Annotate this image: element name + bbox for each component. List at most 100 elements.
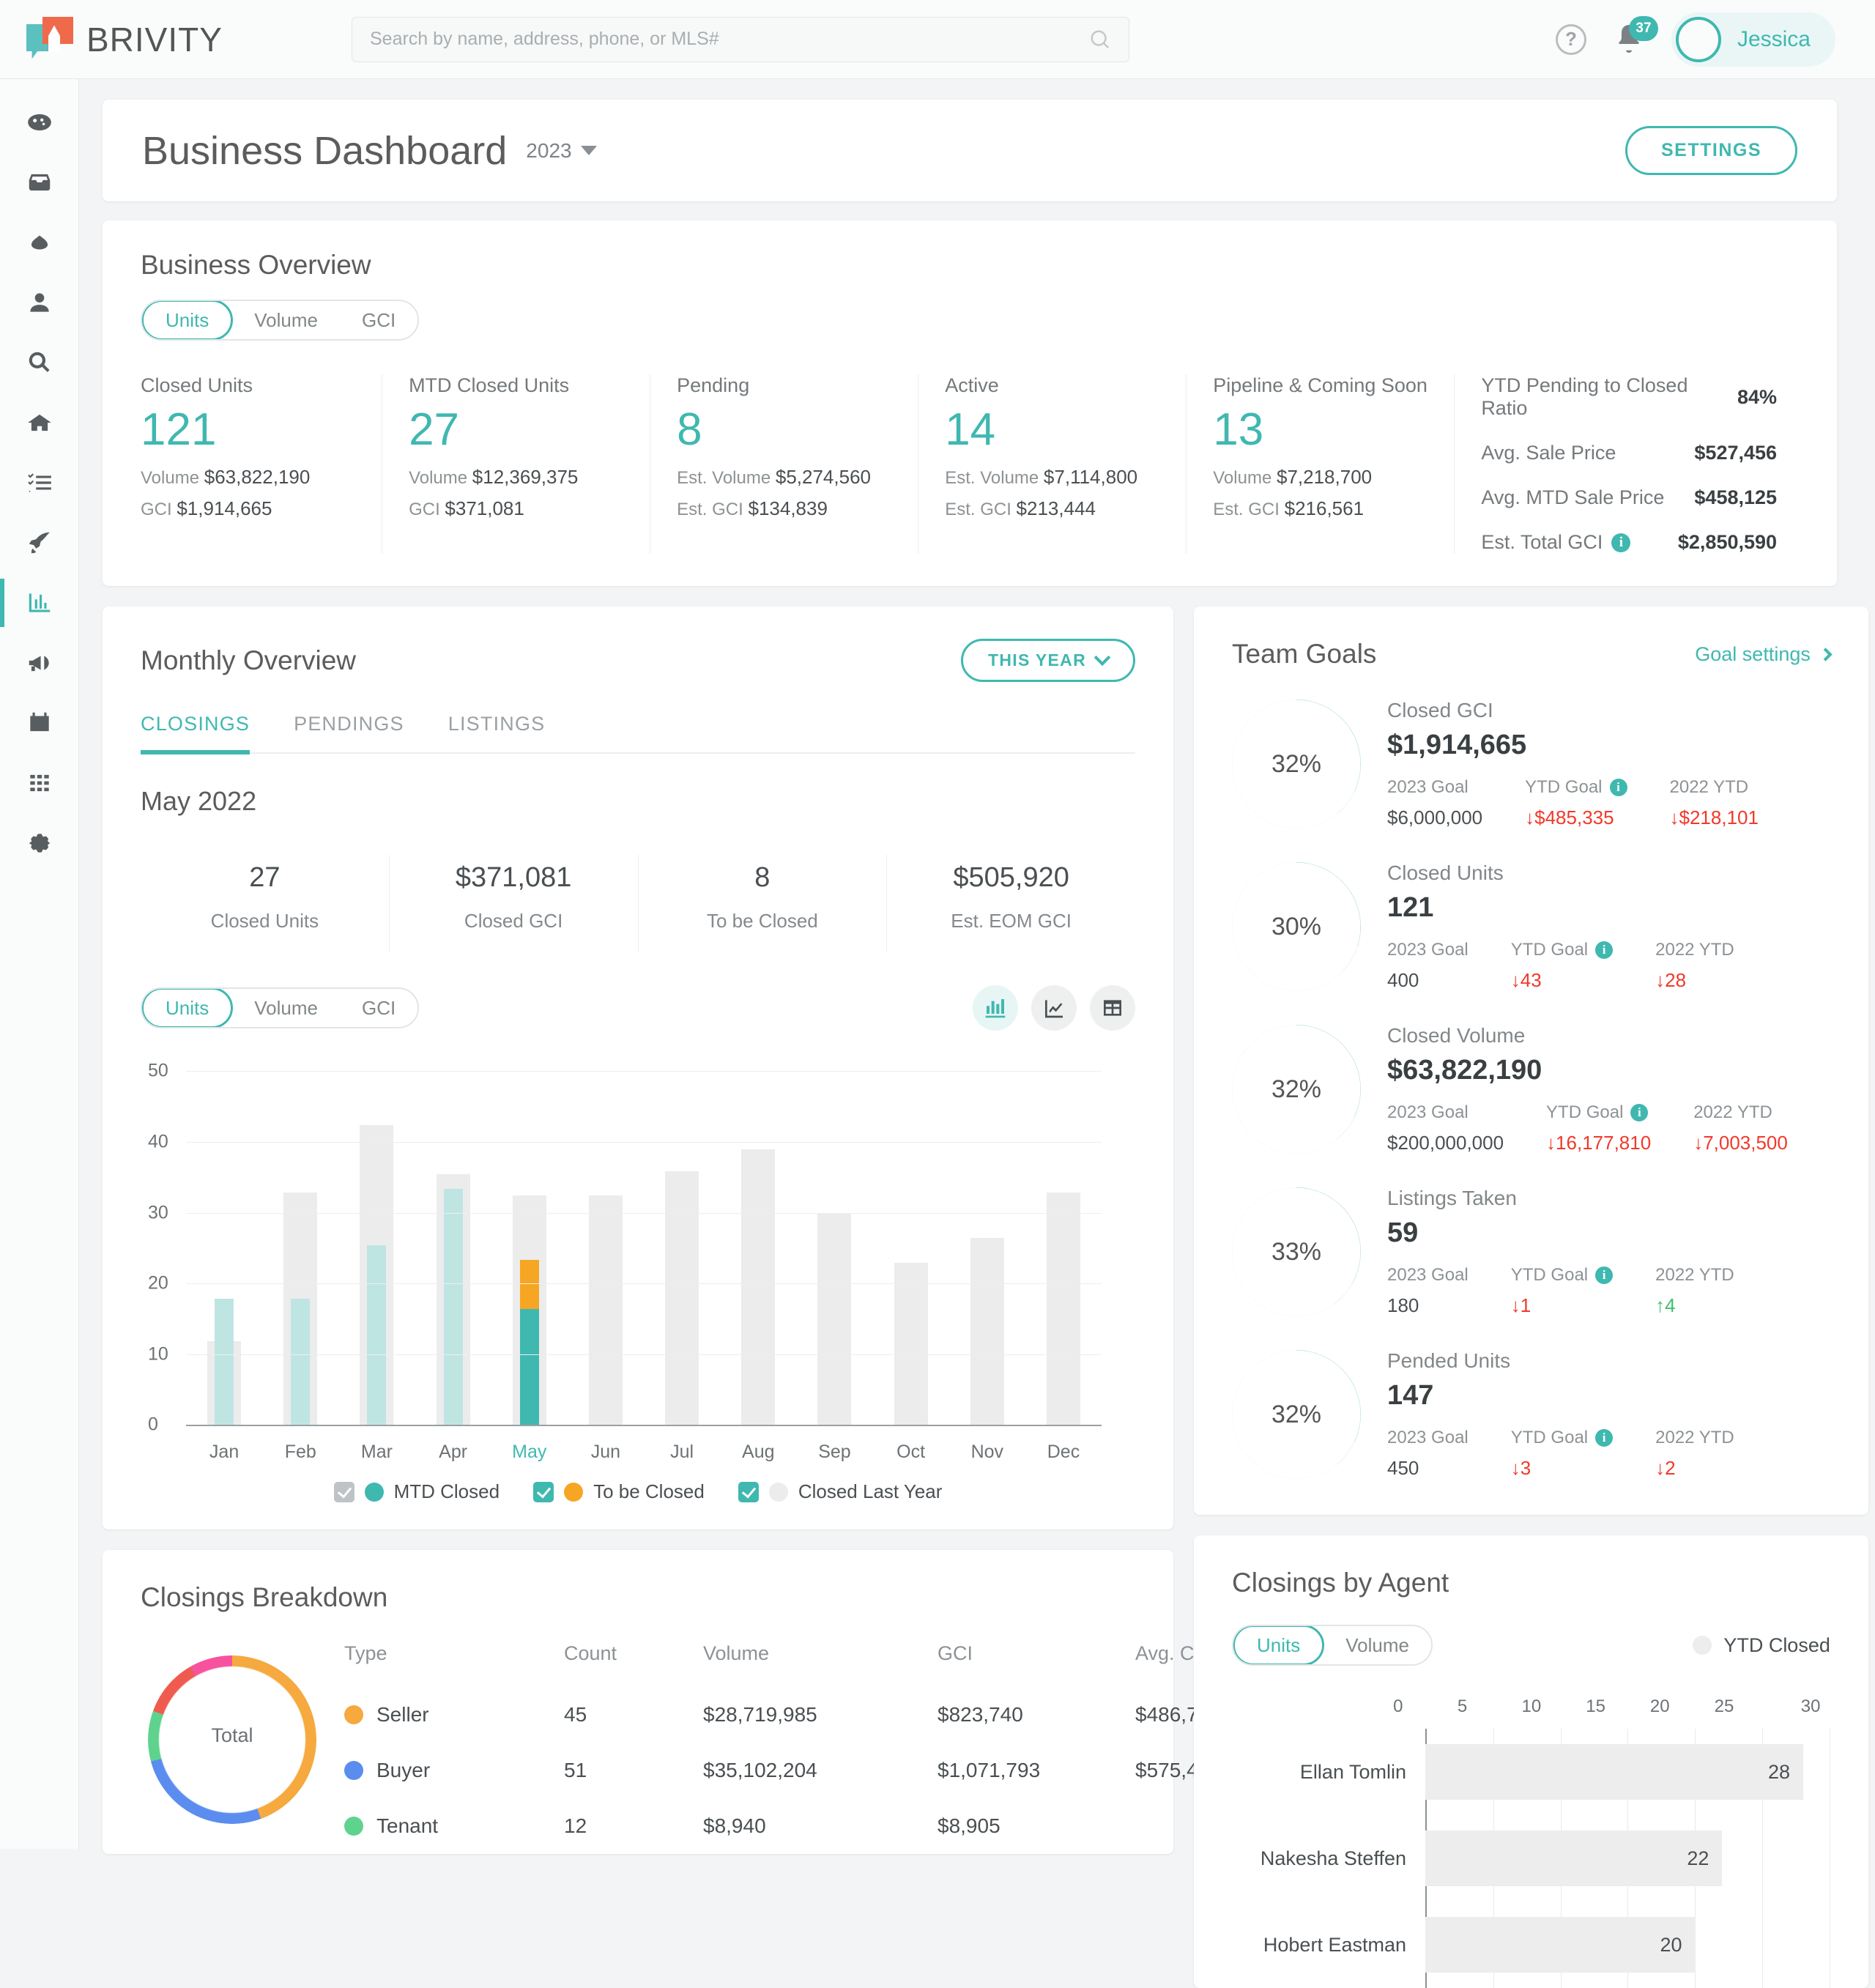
agent-toggle-units[interactable]: Units [1233, 1626, 1325, 1664]
chart-toggle-gci[interactable]: GCI [340, 989, 417, 1027]
agent-toggle-volume[interactable]: Volume [1323, 1626, 1431, 1664]
business-overview-metric-toggle[interactable]: Units Volume GCI [141, 300, 420, 341]
view-line-chart-button[interactable] [1031, 985, 1077, 1031]
chart-x-tick[interactable]: Jul [644, 1442, 720, 1463]
goal-name: Closed GCI [1387, 699, 1493, 722]
goal-metric-value: 450 [1387, 1457, 1419, 1479]
legend-to-be-closed[interactable]: To be Closed [533, 1480, 705, 1503]
chart-bar-group[interactable] [338, 1072, 415, 1426]
brand-logo-group[interactable]: BRIVITY [0, 16, 344, 62]
sidebar-item-apps[interactable] [0, 753, 79, 813]
agent-metric-toggle[interactable]: Units Volume [1232, 1625, 1433, 1666]
date-range-button[interactable]: THIS YEAR [961, 639, 1135, 682]
info-icon[interactable]: i [1595, 1266, 1614, 1284]
legend-checkbox[interactable] [738, 1481, 759, 1502]
chart-x-tick[interactable]: May [491, 1442, 568, 1463]
sidebar-item-inbox[interactable] [0, 152, 79, 212]
col-type: Type [344, 1642, 387, 1664]
sidebar-item-search[interactable] [0, 333, 79, 393]
chart-bar-group[interactable] [796, 1072, 872, 1426]
tab-closings[interactable]: CLOSINGS [141, 713, 250, 754]
search-input[interactable] [370, 29, 1089, 50]
bar-mtd-closed [291, 1298, 311, 1426]
chart-x-tick[interactable]: Sep [796, 1442, 872, 1463]
bar-mtd-closed [367, 1245, 387, 1426]
sidebar-item-drip[interactable] [0, 212, 79, 272]
agent-bar-value: 20 [1660, 1933, 1682, 1956]
type-label: Tenant [376, 1814, 439, 1837]
sidebar-item-tasks[interactable] [0, 453, 79, 513]
chart-legend: MTD Closed To be Closed Closed Last Year [141, 1480, 1135, 1503]
goal-progress-ring: 33% [1232, 1187, 1361, 1316]
chart-x-tick[interactable]: Aug [720, 1442, 796, 1463]
chart-metric-toggle[interactable]: Units Volume GCI [141, 987, 420, 1028]
goal-progress-ring: 32% [1232, 700, 1361, 828]
info-icon[interactable]: i [1609, 779, 1627, 796]
chart-x-tick[interactable]: Oct [873, 1442, 949, 1463]
chart-x-tick[interactable]: Nov [949, 1442, 1025, 1463]
search-icon[interactable] [1089, 29, 1111, 51]
legend-checkbox[interactable] [333, 1481, 354, 1502]
info-icon[interactable]: i [1595, 1429, 1614, 1447]
legend-checkbox[interactable] [533, 1481, 554, 1502]
cell-type: Seller [344, 1703, 564, 1726]
chart-bar-group[interactable] [644, 1072, 720, 1426]
chart-bar-group[interactable] [873, 1072, 949, 1426]
sidebar-item-dashboard[interactable] [0, 92, 79, 152]
notifications-button[interactable]: 37 [1611, 15, 1658, 57]
sidebar-item-settings[interactable] [0, 813, 79, 873]
toggle-option-units[interactable]: Units [142, 301, 234, 339]
legend-closed-last-year[interactable]: Closed Last Year [738, 1480, 942, 1503]
agent-row[interactable]: Nakesha Steffen 22 [1232, 1815, 1830, 1902]
agent-row[interactable]: Ellan Tomlin 28 [1232, 1729, 1830, 1815]
sidebar-item-listings[interactable] [0, 393, 79, 453]
info-icon[interactable]: i [1630, 1104, 1649, 1121]
toggle-option-volume[interactable]: Volume [232, 301, 340, 339]
user-menu[interactable]: Jessica [1671, 12, 1835, 67]
stat-sub-value: $213,444 [1016, 497, 1096, 519]
tab-pendings[interactable]: PENDINGS [294, 713, 404, 752]
sidebar-item-people[interactable] [0, 272, 79, 333]
settings-button[interactable]: SETTINGS [1625, 126, 1797, 175]
chart-bar-group[interactable] [568, 1072, 644, 1426]
stat-sub-key: Volume [141, 468, 200, 488]
chart-toggle-volume[interactable]: Volume [232, 989, 340, 1027]
chart-bar-group[interactable] [186, 1072, 262, 1426]
view-bar-chart-button[interactable] [973, 985, 1018, 1031]
chart-toggle-units[interactable]: Units [142, 989, 234, 1027]
tab-listings[interactable]: LISTINGS [448, 713, 546, 752]
sidebar-item-calendar[interactable] [0, 693, 79, 753]
help-icon[interactable]: ? [1555, 23, 1586, 55]
goal-settings-link[interactable]: Goal settings [1695, 643, 1833, 666]
view-table-button[interactable] [1090, 985, 1135, 1031]
chart-x-tick[interactable]: Feb [262, 1442, 338, 1463]
info-icon[interactable]: i [1595, 941, 1614, 959]
chart-x-tick[interactable]: Jan [186, 1442, 262, 1463]
sidebar-item-reports[interactable] [0, 573, 79, 633]
chart-bar-group[interactable] [1025, 1072, 1102, 1426]
search-box[interactable] [352, 16, 1129, 62]
legend-mtd-closed[interactable]: MTD Closed [333, 1480, 500, 1503]
chart-x-tick[interactable]: Apr [415, 1442, 491, 1463]
chart-x-tick[interactable]: Dec [1025, 1442, 1102, 1463]
year-selector[interactable]: 2023 [526, 139, 597, 163]
agent-chart-x-tick: 15 [1586, 1696, 1605, 1716]
chart-bar-group[interactable] [262, 1072, 338, 1426]
info-icon[interactable]: i [1611, 533, 1631, 552]
toggle-option-gci[interactable]: GCI [340, 301, 417, 339]
stat-sub-value: $1,914,665 [177, 497, 272, 519]
bar-closed-last-year [970, 1238, 1004, 1426]
chart-bar-group[interactable] [949, 1072, 1025, 1426]
sidebar-item-marketing[interactable] [0, 633, 79, 693]
chart-x-tick[interactable]: Jun [568, 1442, 644, 1463]
chart-bar-group[interactable] [720, 1072, 796, 1426]
chart-y-tick: 40 [148, 1131, 168, 1152]
goal-metric-value: ↓2 [1655, 1457, 1676, 1479]
chart-x-tick[interactable]: Mar [338, 1442, 415, 1463]
chart-bar-group[interactable] [415, 1072, 491, 1426]
chevron-down-icon [1094, 648, 1111, 666]
agent-row[interactable]: Hobert Eastman 20 [1232, 1902, 1830, 1988]
goal-metric-key: 2023 Goal [1387, 1265, 1469, 1285]
chart-bar-group[interactable] [491, 1072, 568, 1426]
sidebar-item-launch[interactable] [0, 513, 79, 573]
